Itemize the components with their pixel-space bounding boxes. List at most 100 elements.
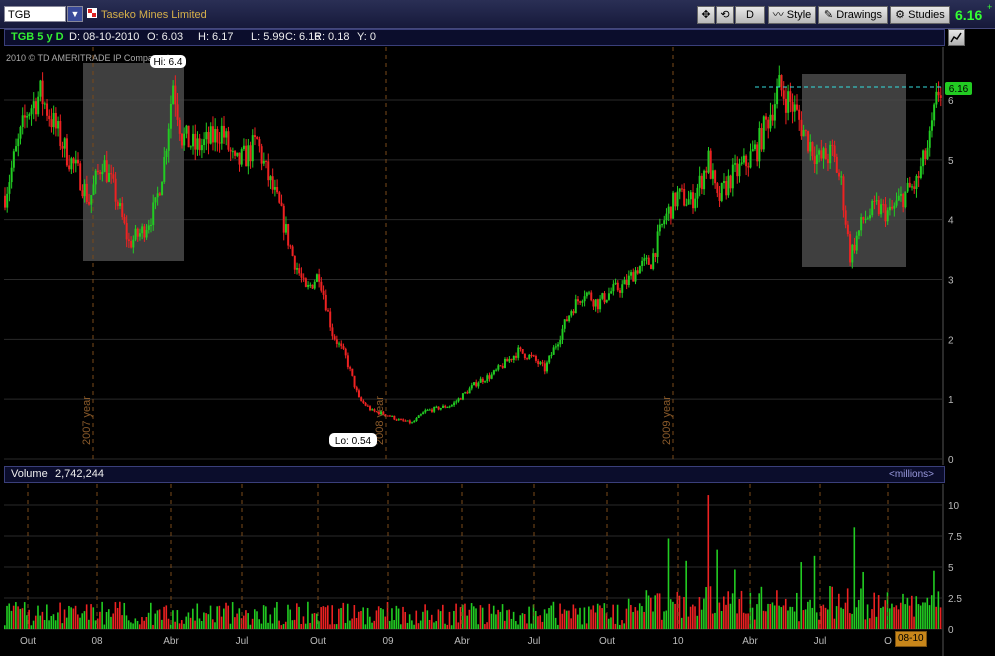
volume-bar bbox=[751, 607, 754, 629]
candle-body bbox=[205, 131, 208, 140]
candle-body bbox=[444, 405, 447, 408]
volume-bar bbox=[384, 616, 387, 629]
volume-bar bbox=[904, 604, 906, 629]
volume-bar bbox=[311, 613, 314, 629]
volume-bar bbox=[320, 607, 322, 629]
time-tick-label: Out bbox=[20, 636, 36, 647]
info-range: R: 0.18 bbox=[314, 31, 350, 43]
volume-bar bbox=[607, 618, 610, 629]
candle-body bbox=[192, 133, 195, 147]
candle-body bbox=[83, 183, 86, 197]
candle-body bbox=[12, 151, 15, 168]
candle-body bbox=[145, 229, 148, 238]
symbol-dropdown-button[interactable]: ▼ bbox=[67, 6, 83, 22]
volume-bar bbox=[864, 619, 867, 629]
candle-body bbox=[888, 206, 891, 211]
volume-bar bbox=[251, 618, 254, 629]
symbol-input[interactable]: TGB bbox=[4, 6, 66, 22]
period-button[interactable]: D bbox=[735, 6, 765, 24]
candle-body bbox=[116, 201, 119, 207]
volume-chart[interactable]: 0 2.5 5 7.5 10 Out 08 Abr Jul Out 09 Abr Jul Out 10 Ab… bbox=[0, 484, 995, 656]
volume-bar bbox=[415, 610, 418, 629]
candle-body bbox=[366, 405, 369, 407]
candle-body bbox=[831, 144, 834, 146]
candle-body bbox=[240, 149, 243, 165]
candle-body bbox=[273, 187, 276, 190]
volume-bar bbox=[455, 603, 457, 629]
studies-icon: ⚙ bbox=[895, 9, 906, 21]
volume-bar bbox=[85, 604, 88, 629]
candle-body bbox=[484, 381, 487, 383]
volume-bar bbox=[125, 615, 128, 629]
volume-bar bbox=[435, 621, 437, 629]
candle-body bbox=[614, 282, 617, 285]
volume-bar bbox=[745, 613, 747, 629]
style-button[interactable]: 〰 Style bbox=[768, 6, 816, 24]
candle-body bbox=[371, 409, 374, 411]
volume-bar bbox=[539, 615, 541, 629]
price-tick-label: 5 bbox=[948, 156, 954, 167]
volume-tick-label: 7.5 bbox=[948, 532, 962, 543]
candle-body bbox=[152, 202, 155, 225]
candle-body bbox=[846, 224, 849, 235]
candle-body bbox=[868, 215, 871, 219]
candle-body bbox=[756, 144, 759, 162]
price-chart[interactable]: 2010 © TD AMERITRADE IP Company, Inc. 20… bbox=[0, 47, 995, 465]
candle-body bbox=[406, 420, 409, 422]
candle-body bbox=[559, 339, 562, 345]
candle-body bbox=[249, 145, 252, 162]
candle-body bbox=[453, 402, 456, 406]
candle-body bbox=[459, 398, 462, 400]
volume-bar bbox=[30, 625, 33, 629]
candle-body bbox=[833, 145, 836, 157]
candle-body bbox=[457, 398, 460, 402]
volume-bar bbox=[523, 614, 526, 629]
candle-body bbox=[696, 187, 699, 199]
candle-body bbox=[809, 142, 812, 152]
volume-bar bbox=[711, 613, 714, 629]
volume-bar bbox=[499, 611, 502, 629]
volume-bar bbox=[760, 586, 763, 629]
candle-body bbox=[488, 375, 491, 379]
volume-bar bbox=[238, 608, 241, 629]
candle-body bbox=[703, 170, 706, 190]
candle-body bbox=[935, 91, 938, 105]
volume-bar bbox=[165, 605, 168, 629]
candle-body bbox=[21, 115, 24, 127]
volume-bar bbox=[809, 599, 811, 629]
candle-body bbox=[568, 315, 571, 322]
volume-bar bbox=[214, 622, 216, 629]
price-tick-label: 1 bbox=[948, 395, 954, 406]
info-date: D: 08-10-2010 bbox=[69, 31, 140, 43]
chart-settings-button[interactable] bbox=[948, 29, 965, 46]
volume-bar bbox=[937, 591, 940, 629]
volume-bar bbox=[782, 605, 785, 629]
candle-body bbox=[594, 299, 597, 307]
candle-body bbox=[687, 199, 690, 205]
studies-button[interactable]: ⚙ Studies bbox=[890, 6, 950, 24]
volume-bar bbox=[470, 603, 473, 629]
drawings-button[interactable]: ✎ Drawings bbox=[818, 6, 888, 24]
volume-bar bbox=[497, 609, 499, 629]
candle-body bbox=[329, 311, 332, 328]
volume-bar bbox=[271, 623, 274, 629]
volume-bar bbox=[287, 604, 289, 629]
candle-body bbox=[886, 210, 889, 222]
candle-body bbox=[446, 407, 449, 409]
candle-body bbox=[214, 128, 217, 143]
volume-bar bbox=[249, 624, 252, 629]
candle-body bbox=[103, 160, 106, 172]
volume-bar bbox=[302, 616, 305, 629]
volume-bar bbox=[19, 608, 22, 629]
link-tool-button[interactable]: ⟲ bbox=[716, 6, 734, 24]
candle-body bbox=[211, 126, 214, 143]
candle-body bbox=[490, 374, 493, 379]
candle-body bbox=[641, 260, 644, 267]
volume-bar bbox=[488, 603, 491, 629]
candle-body bbox=[625, 279, 628, 285]
candle-body bbox=[734, 163, 737, 165]
volume-bar bbox=[490, 613, 493, 629]
candle-body bbox=[158, 193, 161, 196]
crosshair-tool-button[interactable]: ✥ bbox=[697, 6, 715, 24]
volume-bar bbox=[541, 621, 544, 629]
